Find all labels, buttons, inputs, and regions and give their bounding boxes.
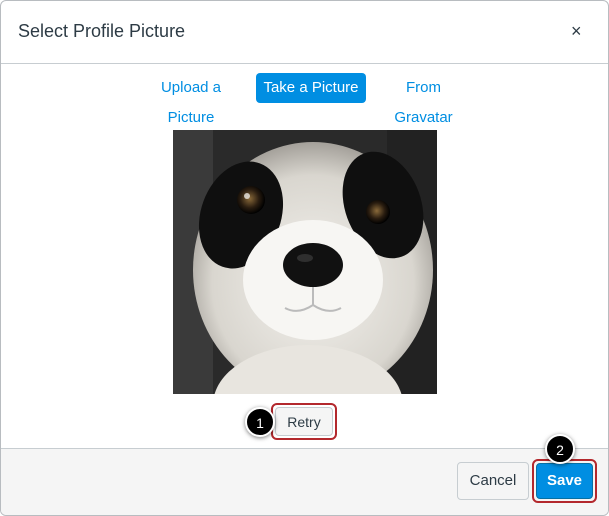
dialog-title: Select Profile Picture — [18, 21, 186, 41]
tab-take-picture[interactable]: Take a Picture — [256, 73, 366, 103]
retry-button[interactable]: Retry — [275, 407, 333, 436]
profile-picture-dialog: Select Profile Picture × Upload a Pictur… — [0, 0, 609, 516]
callout-badge-2: 2 — [545, 434, 575, 464]
tab-upload-picture[interactable]: Upload a Picture — [137, 73, 245, 126]
save-button[interactable]: Save — [536, 463, 593, 499]
close-icon[interactable]: × — [571, 21, 582, 41]
save-highlight: Save — [532, 459, 597, 503]
cancel-button[interactable]: Cancel — [457, 462, 529, 500]
dialog-footer: Cancel Save — [1, 448, 608, 515]
picture-source-tabs: Upload a Picture Take a Picture From Gra… — [1, 73, 608, 126]
callout-badge-1: 1 — [245, 407, 275, 437]
dialog-header: Select Profile Picture × — [1, 1, 608, 64]
camera-preview-image — [173, 130, 437, 394]
tab-from-gravatar[interactable]: From Gravatar — [376, 73, 471, 126]
retry-highlight: Retry — [271, 403, 337, 440]
